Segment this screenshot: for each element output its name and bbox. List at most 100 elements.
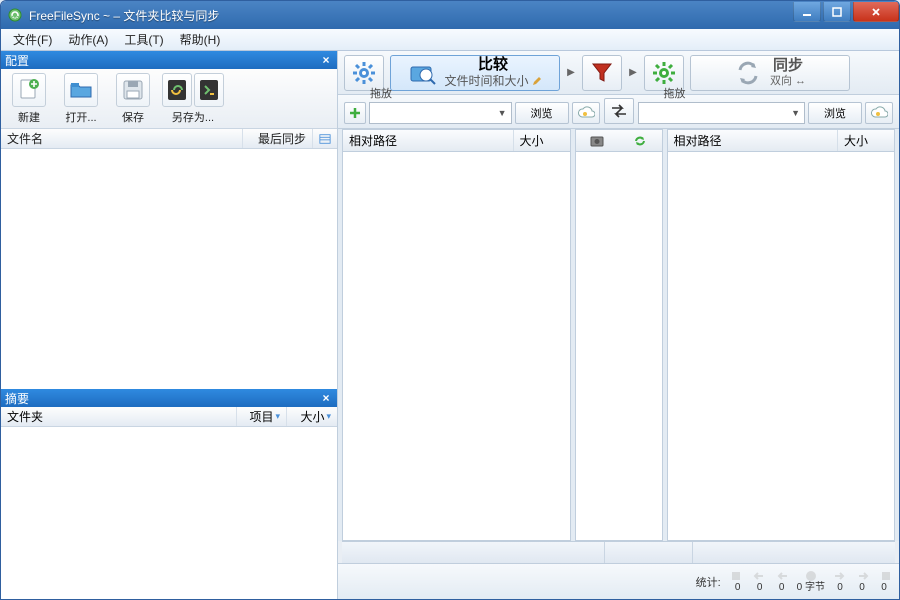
save-config-button[interactable]: 保存 bbox=[111, 73, 155, 125]
summary-col-size[interactable]: 大小▾ bbox=[287, 407, 337, 426]
summary-panel-title: 摘要 bbox=[5, 390, 29, 407]
category-column-icon[interactable] bbox=[577, 134, 617, 148]
middle-grid-header bbox=[576, 130, 662, 152]
left-grid-body[interactable] bbox=[343, 152, 570, 540]
plus-icon bbox=[348, 106, 362, 120]
open-config-button[interactable]: 打开... bbox=[59, 73, 103, 125]
right-drop-hint: 拖放 bbox=[638, 85, 894, 101]
stat-item: 0 字节 bbox=[797, 570, 825, 593]
gear-green-icon bbox=[651, 60, 677, 86]
stat-item: 0 bbox=[753, 570, 767, 593]
middle-grid-body[interactable] bbox=[576, 152, 662, 540]
right-cloud-button[interactable] bbox=[865, 102, 893, 124]
config-table-header: 文件名 最后同步 bbox=[1, 129, 337, 149]
summary-table-header: 文件夹 项目▾ 大小▾ bbox=[1, 407, 337, 427]
stats-label: 统计: bbox=[696, 574, 721, 590]
config-panel-header[interactable]: 配置 × bbox=[1, 51, 337, 69]
comparison-grids: 相对路径 大小 bbox=[338, 129, 899, 541]
left-path-combo[interactable]: ▼ bbox=[369, 102, 512, 124]
maximize-button[interactable] bbox=[823, 2, 851, 22]
left-col-size[interactable]: 大小 bbox=[514, 130, 570, 151]
right-grid: 相对路径 大小 bbox=[667, 129, 896, 541]
middle-grid bbox=[575, 129, 663, 541]
summary-col-items[interactable]: 项目▾ bbox=[237, 407, 287, 426]
saveas-sync-icon bbox=[162, 73, 192, 107]
left-drop-hint: 拖放 bbox=[344, 85, 600, 101]
config-col-lastsync[interactable]: 最后同步 bbox=[243, 129, 313, 148]
new-config-button[interactable]: 新建 bbox=[7, 73, 51, 125]
right-col-size[interactable]: 大小 bbox=[838, 130, 894, 151]
left-column: 配置 × 新建 打开... bbox=[1, 51, 338, 599]
left-folder-side: 拖放 ▼ 浏览 bbox=[344, 85, 600, 124]
config-panel-close-icon[interactable]: × bbox=[319, 53, 333, 67]
add-pair-button[interactable] bbox=[344, 102, 366, 124]
gear-icon bbox=[351, 60, 377, 86]
stat-create-right-icon bbox=[877, 570, 891, 582]
left-grid-header: 相对路径 大小 bbox=[343, 130, 570, 152]
summary-list-body[interactable] bbox=[1, 427, 337, 599]
left-grid: 相对路径 大小 bbox=[342, 129, 571, 541]
menu-help[interactable]: 帮助(H) bbox=[172, 29, 229, 50]
menu-file[interactable]: 文件(F) bbox=[5, 29, 60, 50]
window-buttons bbox=[791, 2, 899, 22]
config-panel-title: 配置 bbox=[5, 52, 29, 69]
magnifier-folder-icon bbox=[408, 59, 438, 87]
titlebar[interactable]: FreeFileSync ~ – 文件夹比较与同步 bbox=[1, 1, 899, 29]
stat-item: 0 bbox=[855, 570, 869, 593]
new-label: 新建 bbox=[18, 109, 40, 125]
stat-update-right-icon bbox=[855, 570, 869, 582]
config-col-view-icon[interactable] bbox=[313, 129, 337, 148]
config-list-body[interactable] bbox=[1, 149, 337, 389]
right-col-relpath[interactable]: 相对路径 bbox=[668, 130, 839, 151]
summary-col-folder[interactable]: 文件夹 bbox=[1, 407, 237, 426]
swap-icon bbox=[609, 102, 629, 120]
swap-sides-button[interactable] bbox=[604, 98, 634, 124]
config-col-filename[interactable]: 文件名 bbox=[1, 129, 243, 148]
summary-panel-close-icon[interactable]: × bbox=[319, 391, 333, 405]
config-toolbar: 新建 打开... 保存 bbox=[1, 69, 337, 129]
open-label: 打开... bbox=[65, 109, 96, 125]
flow-arrow-icon: ▶ bbox=[566, 67, 576, 78]
stat-item: 0 bbox=[877, 570, 891, 593]
menu-tools[interactable]: 工具(T) bbox=[116, 29, 171, 50]
right-folder-side: 拖放 ▼ 浏览 bbox=[638, 85, 894, 124]
app-window: FreeFileSync ~ – 文件夹比较与同步 文件(F) 动作(A) 工具… bbox=[0, 0, 900, 600]
stat-item: 0 bbox=[731, 570, 745, 593]
statusbar: 统计: 0 0 0 0 字节 0 0 0 bbox=[338, 563, 899, 599]
funnel-icon bbox=[589, 60, 615, 86]
right-grid-body[interactable] bbox=[668, 152, 895, 540]
stat-arrow-right-icon bbox=[833, 570, 847, 582]
stat-item: 0 bbox=[833, 570, 847, 593]
left-browse-button[interactable]: 浏览 bbox=[515, 102, 569, 124]
dropdown-arrow-icon: ▼ bbox=[498, 108, 507, 118]
stat-item: 0 bbox=[775, 570, 789, 593]
window-title: FreeFileSync ~ – 文件夹比较与同步 bbox=[29, 7, 791, 24]
right-column: 比较 文件时间和大小 ▶ ▶ 同步 双向 ↔ bbox=[338, 51, 899, 599]
minimize-button[interactable] bbox=[793, 2, 821, 22]
saveas-config-button[interactable]: 另存为... bbox=[163, 73, 223, 125]
client-area: 配置 × 新建 打开... bbox=[1, 51, 899, 599]
right-path-combo[interactable]: ▼ bbox=[638, 102, 806, 124]
app-icon bbox=[7, 7, 23, 23]
action-column-icon[interactable] bbox=[620, 134, 660, 148]
stat-arrow-left-icon bbox=[775, 570, 789, 582]
cloud-icon bbox=[870, 106, 888, 120]
right-grid-header: 相对路径 大小 bbox=[668, 130, 895, 152]
dropdown-arrow-icon: ▼ bbox=[791, 108, 800, 118]
left-col-relpath[interactable]: 相对路径 bbox=[343, 130, 514, 151]
summary-panel-header[interactable]: 摘要 × bbox=[1, 389, 337, 407]
left-cloud-button[interactable] bbox=[572, 102, 600, 124]
view-filter-strip[interactable] bbox=[342, 541, 895, 563]
cloud-icon bbox=[577, 106, 595, 120]
right-browse-button[interactable]: 浏览 bbox=[808, 102, 862, 124]
sort-indicator-icon: ▾ bbox=[275, 411, 280, 422]
flow-arrow-icon: ▶ bbox=[628, 67, 638, 78]
close-button[interactable] bbox=[853, 2, 899, 22]
menubar: 文件(F) 动作(A) 工具(T) 帮助(H) bbox=[1, 29, 899, 51]
saveas-batch-icon bbox=[194, 73, 224, 107]
saveas-label: 另存为... bbox=[172, 109, 214, 125]
sync-arrows-icon bbox=[734, 60, 762, 86]
compare-label: 比较 bbox=[478, 56, 508, 74]
stat-create-left-icon bbox=[731, 570, 745, 582]
menu-action[interactable]: 动作(A) bbox=[60, 29, 116, 50]
